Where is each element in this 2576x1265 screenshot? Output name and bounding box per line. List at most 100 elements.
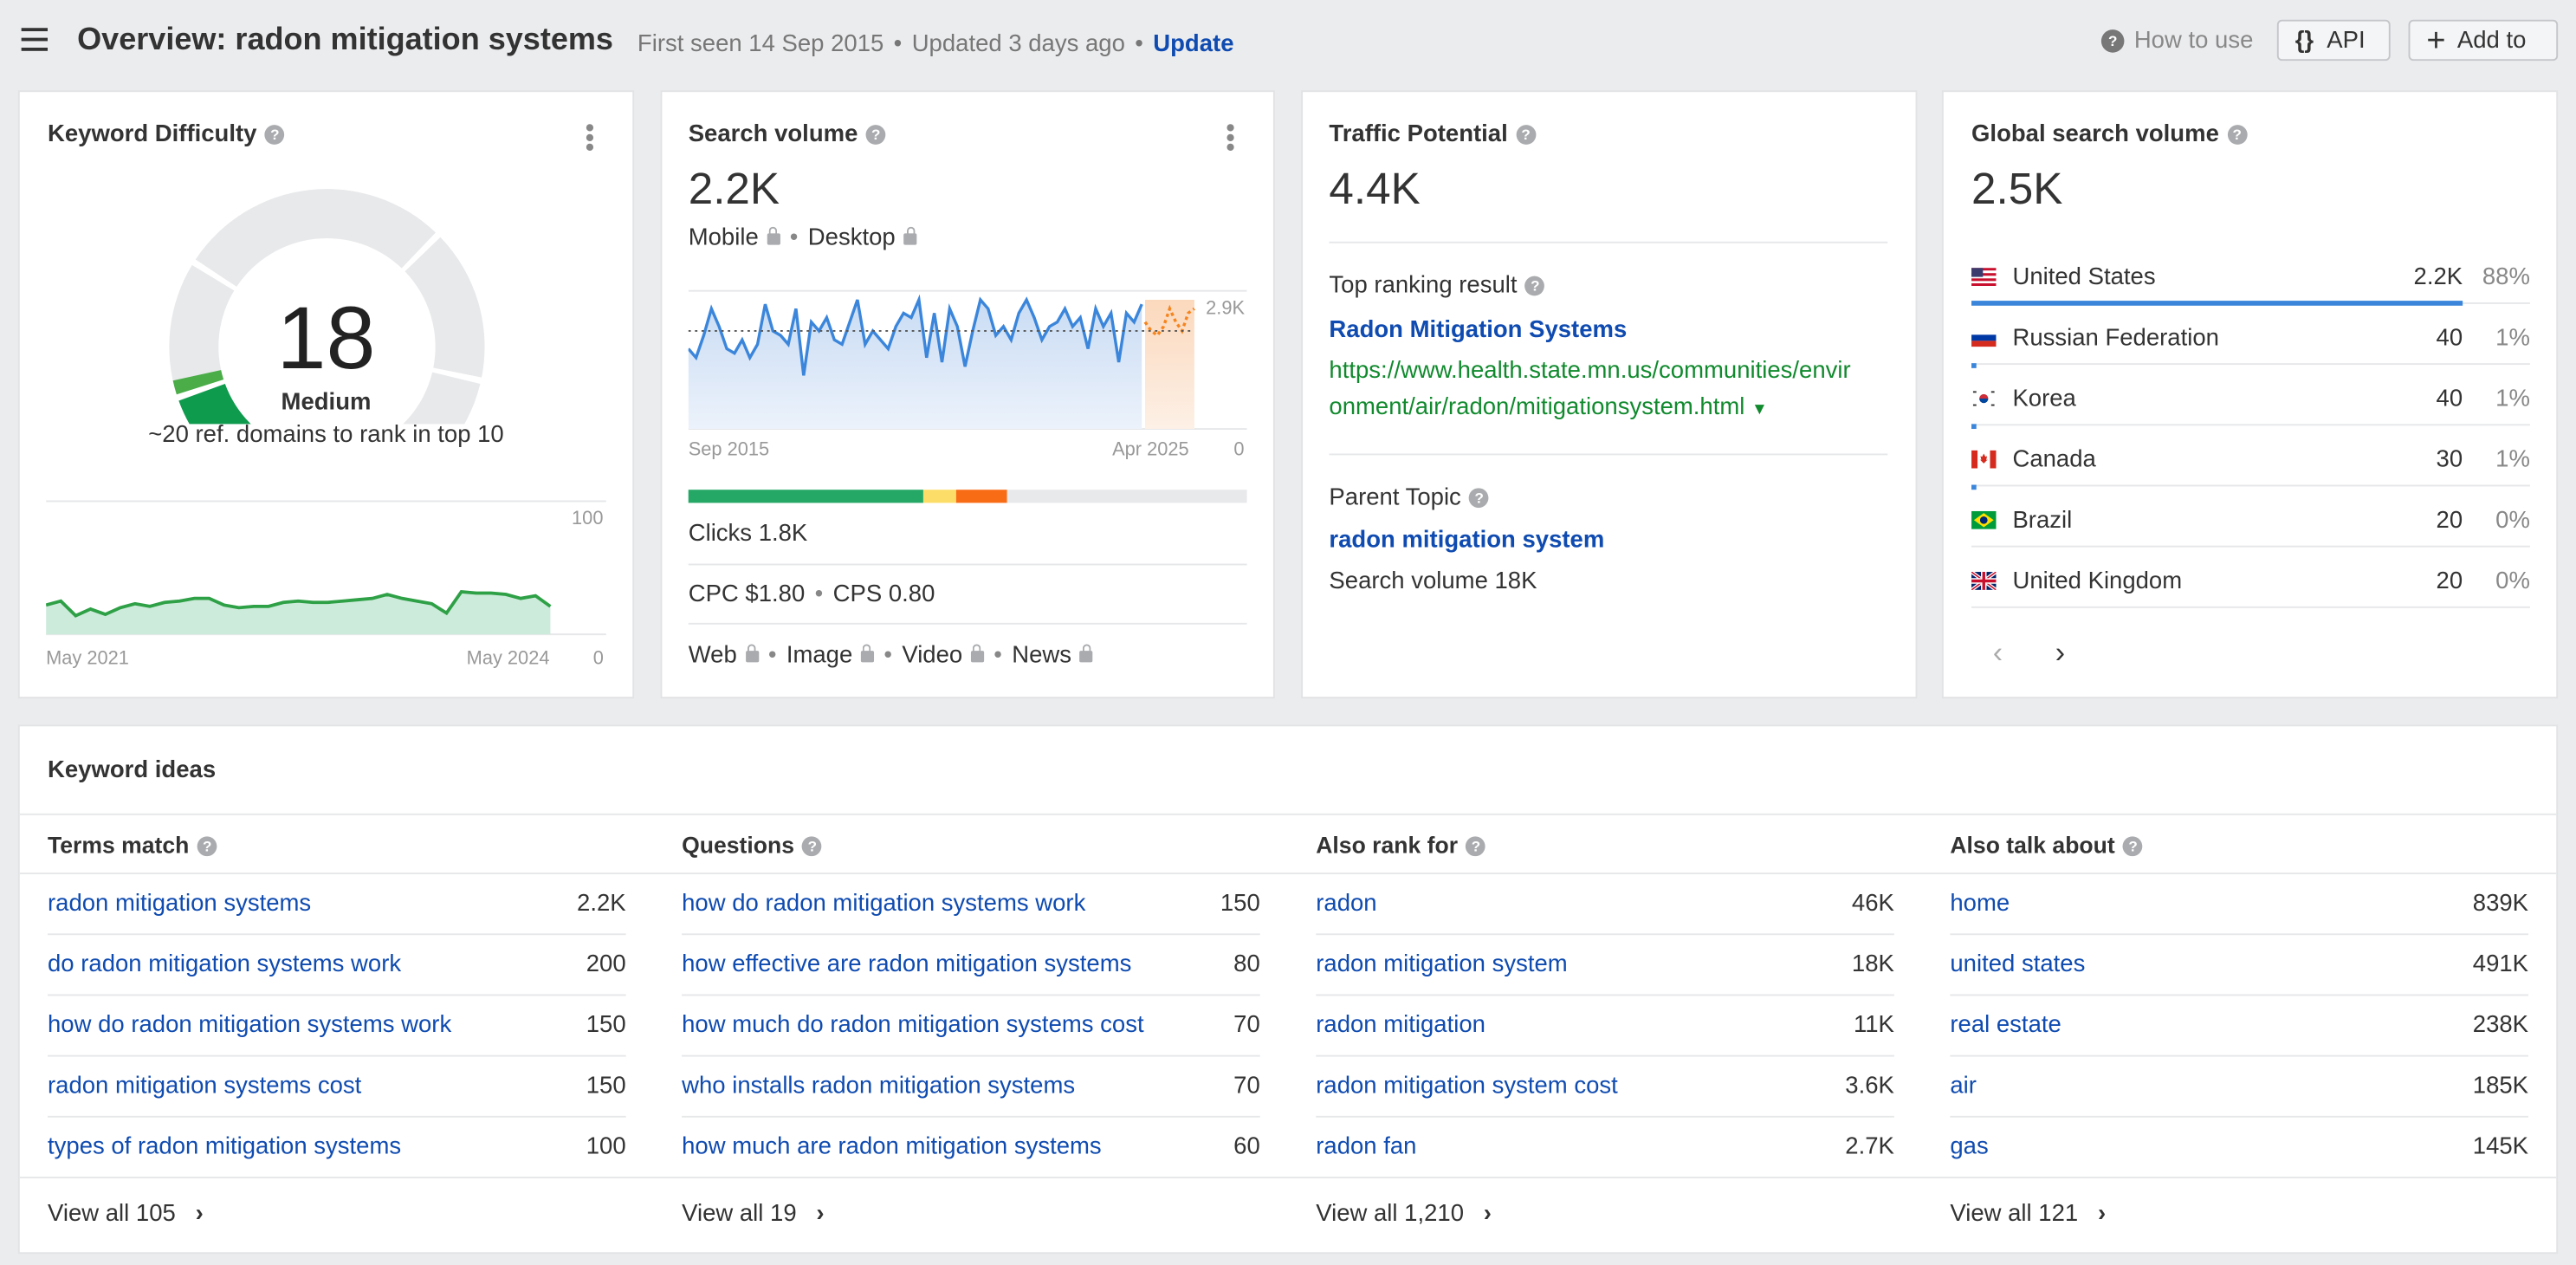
kd-score: 18 <box>276 289 376 388</box>
idea-row: radon mitigation system cost 3.6K <box>1316 1057 1894 1118</box>
hamburger-icon[interactable] <box>21 28 49 51</box>
view-all-link[interactable]: View all 19 › <box>682 1201 824 1227</box>
sv-serp-types: Web • Image • Video • News <box>689 643 1093 669</box>
country-volume: 30 <box>2436 446 2463 474</box>
lock-icon <box>860 644 874 663</box>
country-volume: 20 <box>2436 508 2463 535</box>
idea-keyword-link[interactable]: radon mitigation <box>1316 1012 1485 1038</box>
keyword-ideas-title: Keyword ideas <box>48 757 217 784</box>
idea-keyword-link[interactable]: gas <box>1950 1134 1988 1160</box>
idea-volume: 70 <box>1233 1012 1260 1039</box>
help-icon[interactable]: ? <box>1524 276 1545 296</box>
idea-keyword-link[interactable]: who installs radon mitigation systems <box>682 1074 1075 1100</box>
country-row[interactable]: Russian Federation 40 1% <box>1971 319 2530 380</box>
idea-keyword-link[interactable]: radon mitigation system cost <box>1316 1074 1618 1100</box>
idea-volume: 839K <box>2472 891 2529 918</box>
help-icon[interactable]: ? <box>865 125 886 145</box>
idea-row: real estate 238K <box>1950 996 2529 1057</box>
idea-keyword-link[interactable]: radon fan <box>1316 1134 1416 1160</box>
page: Overview: radon mitigation systems First… <box>0 0 2576 1265</box>
idea-keyword-link[interactable]: radon mitigation system <box>1316 951 1567 977</box>
country-row[interactable]: Korea 40 1% <box>1971 380 2530 440</box>
idea-keyword-link[interactable]: how much are radon mitigation systems <box>682 1134 1102 1160</box>
idea-row: how do radon mitigation systems work 150 <box>682 874 1260 936</box>
intent-bar <box>688 490 1247 503</box>
top-ranking-url-line1[interactable]: https://www.health.state.mn.us/communiti… <box>1329 358 1850 384</box>
country-row[interactable]: Brazil 20 0% <box>1971 501 2530 561</box>
add-to-button[interactable]: + Add to <box>2408 19 2559 62</box>
flag-ca-icon <box>1971 449 1997 469</box>
more-menu-icon[interactable]: • • • <box>585 116 595 162</box>
country-name: United States <box>2012 264 2156 291</box>
idea-volume: 150 <box>1220 891 1260 918</box>
country-volume: 40 <box>2436 386 2463 413</box>
flag-br-icon <box>1971 509 1997 529</box>
view-all-link[interactable]: View all 105 › <box>48 1201 204 1227</box>
idea-keyword-link[interactable]: how do radon mitigation systems work <box>48 1012 451 1038</box>
sv-y-max: 2.9K <box>1206 299 1246 319</box>
idea-volume: 46K <box>1851 891 1894 918</box>
idea-row: types of radon mitigation systems 100 <box>48 1118 626 1178</box>
idea-keyword-link[interactable]: do radon mitigation systems work <box>48 951 401 977</box>
idea-keyword-link[interactable]: home <box>1950 891 2010 917</box>
help-icon[interactable]: ? <box>802 836 823 857</box>
help-icon[interactable]: ? <box>264 125 285 145</box>
prev-page-icon[interactable]: ‹ <box>1993 636 2003 671</box>
idea-row: radon mitigation systems 2.2K <box>48 874 626 936</box>
view-all-link[interactable]: View all 121 › <box>1950 1201 2106 1227</box>
next-page-icon[interactable]: › <box>2055 636 2065 671</box>
idea-keyword-link[interactable]: radon mitigation systems cost <box>48 1074 361 1100</box>
idea-volume: 150 <box>586 1012 626 1039</box>
flag-kr-icon <box>1971 388 1997 408</box>
gsv-value: 2.5K <box>1971 164 2063 214</box>
tp-title: Traffic Potential? <box>1329 121 1536 148</box>
dropdown-caret-icon[interactable]: ▼ <box>1751 401 1768 419</box>
idea-volume: 11K <box>1853 1012 1894 1039</box>
idea-keyword-link[interactable]: real estate <box>1950 1012 2061 1038</box>
help-icon: ? <box>2100 29 2125 53</box>
idea-row: united states 491K <box>1950 935 2529 996</box>
idea-keyword-link[interactable]: how much do radon mitigation systems cos… <box>682 1012 1143 1038</box>
more-menu-icon[interactable]: • • • <box>1226 116 1235 162</box>
idea-keyword-link[interactable]: how effective are radon mitigation syste… <box>682 951 1131 977</box>
help-icon[interactable]: ? <box>1466 836 1486 857</box>
idea-keyword-link[interactable]: how do radon mitigation systems work <box>682 891 1085 917</box>
api-button[interactable]: {} API <box>2276 19 2391 62</box>
idea-row: radon mitigation systems cost 150 <box>48 1057 626 1118</box>
idea-keyword-link[interactable]: united states <box>1950 951 2085 977</box>
country-row[interactable]: United States 2.2K 88% <box>1971 258 2530 319</box>
help-icon[interactable]: ? <box>1469 488 1490 509</box>
help-icon[interactable]: ? <box>1516 125 1536 145</box>
sv-cpc-cps: CPC $1.80 • CPS 0.80 <box>688 581 935 608</box>
keyword-difficulty-card: Keyword Difficulty? • • • 18 Medium ~20 re… <box>19 92 633 697</box>
idea-volume: 185K <box>2472 1073 2529 1100</box>
idea-row: how do radon mitigation systems work 150 <box>48 996 626 1057</box>
top-ranking-title-link[interactable]: Radon Mitigation Systems <box>1329 317 1627 343</box>
country-name: Russian Federation <box>2012 325 2219 352</box>
kd-level: Medium <box>281 389 372 416</box>
parent-topic-link[interactable]: radon mitigation system <box>1329 528 1604 554</box>
sv-clicks: Clicks 1.8K <box>688 521 808 548</box>
lock-icon <box>767 226 780 245</box>
idea-row: radon 46K <box>1316 874 1894 936</box>
ideas-column-title: Questions? <box>682 832 823 858</box>
view-all-link[interactable]: View all 1,210 › <box>1316 1201 1492 1227</box>
top-ranking-url-line2[interactable]: onment/air/radon/mitigationsystem.html ▼ <box>1329 394 1767 420</box>
country-share-bar <box>1971 363 1977 368</box>
idea-keyword-link[interactable]: air <box>1950 1074 1977 1100</box>
kd-y-max: 100 <box>572 509 604 529</box>
help-icon[interactable]: ? <box>2227 125 2248 145</box>
idea-keyword-link[interactable]: radon <box>1316 891 1376 917</box>
help-icon[interactable]: ? <box>2123 836 2143 857</box>
country-row[interactable]: United Kingdom 20 0% <box>1970 562 2530 623</box>
how-to-use-link[interactable]: ? How to use <box>2100 28 2253 55</box>
flag-gb-icon <box>1970 570 1997 592</box>
update-link[interactable]: Update <box>1153 31 1233 57</box>
idea-keyword-link[interactable]: types of radon mitigation systems <box>48 1134 401 1160</box>
country-row[interactable]: Canada 30 1% <box>1971 440 2530 501</box>
kd-y-min: 0 <box>592 649 604 669</box>
idea-row: home 839K <box>1950 874 2529 936</box>
lock-icon <box>903 226 917 245</box>
idea-keyword-link[interactable]: radon mitigation systems <box>48 891 311 917</box>
help-icon[interactable]: ? <box>197 836 217 857</box>
